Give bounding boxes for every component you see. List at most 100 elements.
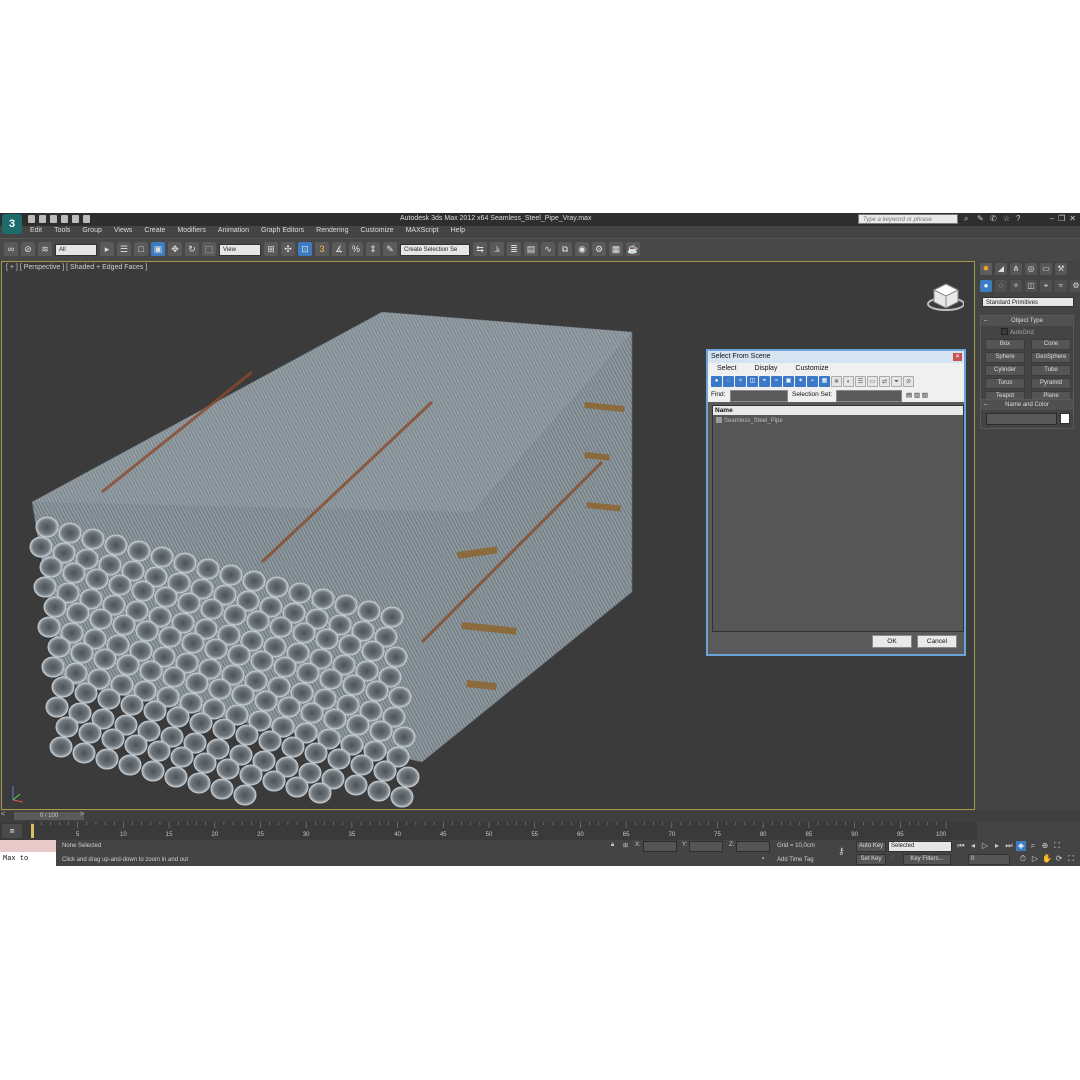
rendered-frame-icon[interactable]: ▦ <box>609 242 623 256</box>
set-key-icon[interactable]: ⚷ <box>838 846 845 857</box>
scene-object-list[interactable]: Name Seamless_Steel_Pipe <box>712 405 964 632</box>
menu-animation[interactable]: Animation <box>212 226 255 237</box>
schematic-view-icon[interactable]: ⧉ <box>558 242 572 256</box>
orbit-icon[interactable]: ⟳ <box>1054 854 1064 864</box>
auto-key-button[interactable]: Auto Key <box>856 841 886 852</box>
display-all-icon[interactable]: ☰ <box>855 376 866 387</box>
time-slider[interactable]: 0 / 100 <box>14 812 84 820</box>
selection-set-tools-icon[interactable]: ▤ ▥ ▧ <box>906 391 928 399</box>
restore-icon[interactable]: ❐ <box>1058 214 1065 223</box>
select-manipulate-icon[interactable]: ✣ <box>281 242 295 256</box>
geometry-icon[interactable]: ● <box>980 280 992 292</box>
next-frame-arrow-icon[interactable]: > <box>80 811 84 818</box>
dialog-menu-customize[interactable]: Customize <box>786 363 837 375</box>
lights-icon[interactable]: ✧ <box>1010 280 1022 292</box>
track-bar[interactable]: ⧈ 5 10 15 20 25 30 35 40 45 50 55 60 65 70 75 80 85 90 95 1… <box>0 822 977 840</box>
display-frozen-icon[interactable]: ❄ <box>831 376 842 387</box>
field-of-view-icon[interactable]: ▷ <box>1030 854 1040 864</box>
select-by-name-icon[interactable]: ☰ <box>117 242 131 256</box>
subscription-icon[interactable]: ✎ <box>977 215 985 223</box>
help-icon[interactable]: ? <box>1016 215 1024 223</box>
box-button[interactable]: Box <box>985 339 1025 350</box>
find-input[interactable] <box>730 390 788 402</box>
align-icon[interactable]: ⫡ <box>490 242 504 256</box>
link-icon[interactable]: ∞ <box>4 242 18 256</box>
name-and-color-header[interactable]: – Name and Color <box>981 400 1073 410</box>
display-invert-icon[interactable]: ⇄ <box>879 376 890 387</box>
display-none-icon[interactable]: ▭ <box>867 376 878 387</box>
viewcube[interactable] <box>924 280 965 312</box>
play-icon[interactable]: ▷ <box>980 841 990 851</box>
graphite-ribbon-icon[interactable]: ▤ <box>524 242 538 256</box>
display-tab-icon[interactable]: ▭ <box>1040 263 1052 275</box>
zoom-extents-icon[interactable]: ⛶ <box>1052 841 1062 851</box>
minimize-icon[interactable]: – <box>1050 214 1054 223</box>
torus-button[interactable]: Torus <box>985 378 1025 389</box>
filter-clear-icon[interactable]: ⊘ <box>903 376 914 387</box>
create-tab-icon[interactable]: ✸ <box>980 263 992 275</box>
menu-help[interactable]: Help <box>445 226 471 237</box>
menu-rendering[interactable]: Rendering <box>310 226 354 237</box>
hierarchy-tab-icon[interactable]: ⋔ <box>1010 263 1022 275</box>
named-selection-dropdown[interactable]: Create Selection Se <box>400 244 470 256</box>
absolute-mode-icon[interactable]: ⊞ <box>623 842 628 849</box>
key-filter-icon[interactable]: ⟋ <box>890 855 894 862</box>
menu-views[interactable]: Views <box>108 226 139 237</box>
add-time-tag-button[interactable]: Add Time Tag <box>777 857 814 863</box>
help-search-input[interactable]: Type a keyword or phrase <box>858 214 958 224</box>
lock-selection-icon[interactable]: 🔒︎ <box>611 842 614 849</box>
display-xrefs-icon[interactable]: ✶ <box>795 376 806 387</box>
display-lights-icon[interactable]: ✧ <box>735 376 746 387</box>
menu-graph-editors[interactable]: Graph Editors <box>255 226 310 237</box>
display-hidden-icon[interactable]: ◐ <box>843 376 854 387</box>
selection-set-dropdown[interactable] <box>836 390 902 402</box>
category-dropdown[interactable]: Standard Primitives <box>982 297 1074 307</box>
x-coordinate-field[interactable] <box>643 841 677 852</box>
project-folder-icon[interactable] <box>83 215 90 223</box>
render-setup-icon[interactable]: ⚙ <box>592 242 606 256</box>
ok-button[interactable]: OK <box>872 635 912 648</box>
object-color-swatch[interactable] <box>1060 413 1070 424</box>
pan-hand-icon[interactable]: ✋ <box>1042 854 1052 864</box>
mirror-icon[interactable]: ⇆ <box>473 242 487 256</box>
bind-space-warp-icon[interactable]: ≋ <box>38 242 52 256</box>
cylinder-button[interactable]: Cylinder <box>985 365 1025 376</box>
favorites-star-icon[interactable]: ☆ <box>1003 215 1011 223</box>
zoom-all-icon[interactable]: ⊕ <box>1040 841 1050 851</box>
window-crossing-icon[interactable]: ▣ <box>151 242 165 256</box>
key-filters-button[interactable]: Key Filters... <box>903 854 951 865</box>
time-config-icon[interactable]: ⏱ <box>1018 854 1028 864</box>
menu-create[interactable]: Create <box>138 226 171 237</box>
undo-icon[interactable] <box>61 215 68 223</box>
object-name-field[interactable] <box>986 413 1058 425</box>
helpers-icon[interactable]: ⌖ <box>1040 280 1052 292</box>
keyboard-shortcut-override-icon[interactable]: ⊡ <box>298 242 312 256</box>
pivot-center-icon[interactable]: ⊞ <box>264 242 278 256</box>
cancel-button[interactable]: Cancel <box>917 635 957 648</box>
tube-button[interactable]: Tube <box>1031 365 1071 376</box>
pyramid-button[interactable]: Pyramid <box>1031 378 1071 389</box>
maxscript-listener-output[interactable] <box>0 840 56 852</box>
menu-customize[interactable]: Customize <box>354 226 399 237</box>
modify-tab-icon[interactable]: ◢ <box>995 263 1007 275</box>
display-geometry-icon[interactable]: ● <box>711 376 722 387</box>
display-cameras-icon[interactable]: ◫ <box>747 376 758 387</box>
rectangular-selection-icon[interactable]: □ <box>134 242 148 256</box>
move-icon[interactable]: ✥ <box>168 242 182 256</box>
scale-icon[interactable]: ⬚ <box>202 242 216 256</box>
render-production-icon[interactable]: ☕ <box>626 242 640 256</box>
space-warps-icon[interactable]: ≈ <box>1055 280 1067 292</box>
communication-icon[interactable]: ✆ <box>990 215 998 223</box>
mini-curve-editor-icon[interactable]: ⧈ <box>2 824 22 838</box>
list-item[interactable]: Seamless_Steel_Pipe <box>713 415 963 424</box>
angle-snap-icon[interactable]: ∡ <box>332 242 346 256</box>
material-editor-icon[interactable]: ◉ <box>575 242 589 256</box>
unlink-icon[interactable]: ⊘ <box>21 242 35 256</box>
key-mode-toggle-icon[interactable]: ◈ <box>1016 841 1026 851</box>
display-shapes-icon[interactable]: ◌ <box>723 376 734 387</box>
prev-frame-arrow-icon[interactable]: < <box>1 811 5 818</box>
save-file-icon[interactable] <box>50 215 57 223</box>
time-tag-icon[interactable]: ▪ <box>762 856 764 862</box>
redo-icon[interactable] <box>72 215 79 223</box>
current-frame-field[interactable]: 0 <box>968 854 1010 865</box>
